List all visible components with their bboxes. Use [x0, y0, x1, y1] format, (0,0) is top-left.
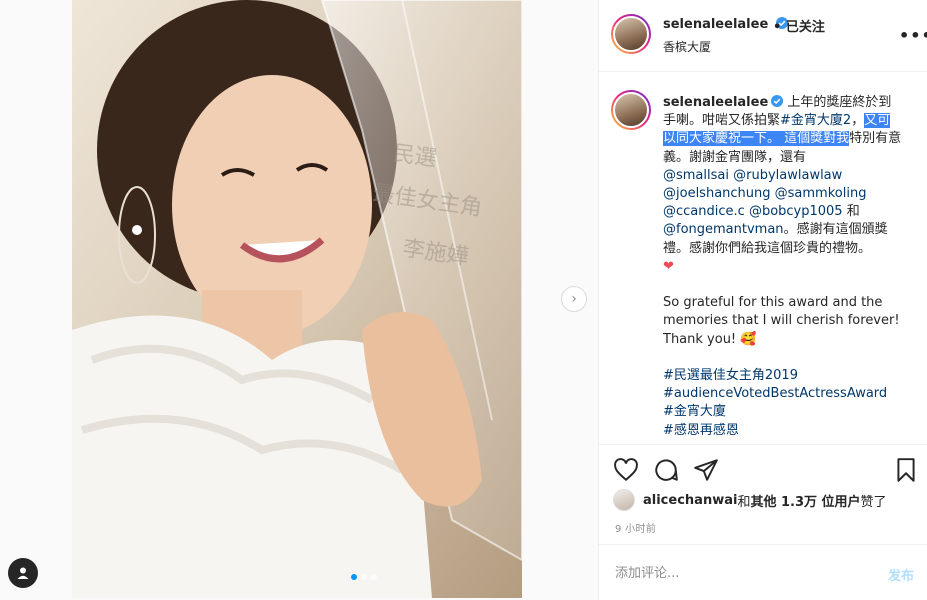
red-heart-icon: ❤: [663, 258, 674, 274]
following-status-button[interactable]: • 已关注: [773, 16, 825, 35]
caption-section: selenaleelalee 上年的獎座終於到手喇。咁啱又係拍緊#金宵大廈2，又…: [599, 72, 927, 444]
hashtag-link[interactable]: #audienceVotedBestActressAward: [663, 386, 887, 401]
carousel-dot-active: [351, 574, 357, 580]
mention-link[interactable]: @rubylawlawlaw: [733, 168, 842, 183]
mention-link[interactable]: @fongemantvman: [663, 222, 784, 237]
author-username-text[interactable]: selenaleelalee: [663, 17, 768, 32]
author-avatar[interactable]: [611, 14, 651, 54]
post-comment-button[interactable]: 发布: [888, 565, 914, 584]
chevron-right-icon: ›: [571, 291, 577, 307]
post-photo[interactable]: 民選 最佳女主角 李施嬅: [72, 0, 522, 598]
carousel-indicator: [351, 574, 377, 580]
caption-and: 和: [842, 204, 860, 220]
bookmark-icon[interactable]: [893, 457, 919, 483]
carousel-dot: [371, 574, 377, 580]
post-header: selenaleelalee • 已关注 香槟大厦 •••: [599, 0, 927, 72]
caption-username[interactable]: selenaleelalee: [663, 95, 768, 110]
photo-illustration: 民選 最佳女主角 李施嬅: [72, 0, 522, 598]
caption-author-avatar[interactable]: [611, 90, 651, 130]
hashtag-link[interactable]: #金宵大廈2: [780, 113, 851, 128]
verified-badge-icon: [771, 95, 784, 107]
post-timestamp[interactable]: 9 小时前: [615, 520, 656, 535]
likes-and: 和: [737, 494, 751, 510]
next-slide-button[interactable]: ›: [561, 286, 587, 312]
mention-link[interactable]: @ccandice.c: [663, 204, 745, 219]
post-details-pane: selenaleelalee • 已关注 香槟大厦 ••• selenaleel…: [598, 0, 927, 600]
mention-link[interactable]: @joelshanchung: [663, 186, 771, 201]
likes-count-link[interactable]: 其他 1.3万 位用户: [750, 491, 860, 510]
carousel-dot: [361, 574, 367, 580]
caption-text: selenaleelalee 上年的獎座終於到手喇。咁啱又係拍緊#金宵大廈2，又…: [663, 94, 903, 440]
liker-username[interactable]: alicechanwai: [643, 493, 737, 508]
smiling-face-hearts-icon: 🥰: [740, 331, 757, 347]
likes-suffix: 赞了: [860, 494, 887, 510]
author-username[interactable]: selenaleelalee: [663, 17, 788, 32]
mention-link[interactable]: @bobcyp1005: [749, 204, 843, 219]
hashtag-link[interactable]: #金宵大廈: [663, 404, 726, 419]
media-pane: 民選 最佳女主角 李施嬅 ›: [0, 0, 598, 600]
more-options-icon[interactable]: •••: [899, 26, 927, 45]
comment-icon[interactable]: [653, 457, 679, 483]
add-comment-bar: 发布: [599, 544, 927, 600]
comment-input[interactable]: [615, 563, 855, 583]
caption-english: So grateful for this award and the memor…: [663, 295, 900, 347]
profile-button[interactable]: [8, 558, 38, 588]
hashtag-link[interactable]: #民選最佳女主角2019: [663, 368, 798, 383]
likes-summary: alicechanwai 和 其他 1.3万 位用户 赞了: [613, 489, 887, 511]
location-link[interactable]: 香槟大厦: [663, 38, 711, 55]
mention-link[interactable]: @sammkoling: [775, 186, 867, 201]
share-send-icon[interactable]: [693, 457, 719, 483]
like-heart-icon[interactable]: [613, 457, 639, 483]
mention-link[interactable]: @smallsai: [663, 168, 729, 183]
liker-avatar[interactable]: [613, 489, 635, 511]
hashtag-link[interactable]: #感恩再感恩: [663, 423, 739, 438]
user-icon: [17, 567, 29, 579]
instagram-post-page: 民選 最佳女主角 李施嬅 › selenaleelalee • 已关注 香槟大厦…: [0, 0, 927, 600]
caption-comma: ，: [851, 113, 865, 129]
